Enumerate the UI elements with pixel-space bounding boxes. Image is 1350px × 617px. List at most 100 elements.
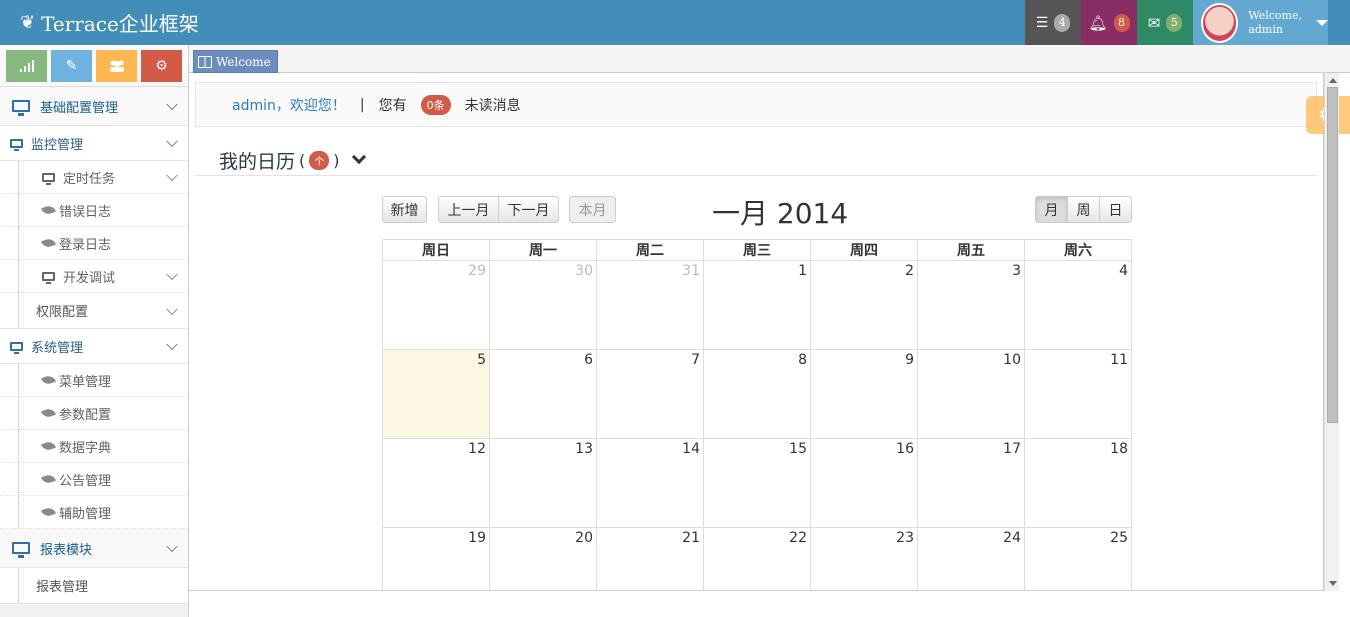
sidebar-item-login-log[interactable]: 登录日志 xyxy=(0,227,188,260)
sidebar-item-label: 报表管理 xyxy=(36,580,89,595)
tasks-button[interactable]: ☰ 4 xyxy=(1025,0,1081,45)
calendar-week-row: 29 30 31 1 2 3 4 xyxy=(382,260,1132,350)
pencil-shortcut-button[interactable]: ✎ xyxy=(51,50,92,82)
greeting-text: admin，欢迎您！ xyxy=(232,97,346,114)
calendar-day-cell[interactable]: 12 xyxy=(382,438,490,528)
calendar-week-row: 5 6 7 8 9 10 11 xyxy=(382,349,1132,439)
calendar-day-cell[interactable]: 25 xyxy=(1024,527,1132,590)
calendar-day-cell[interactable]: 22 xyxy=(703,527,811,590)
calendar-day-cell[interactable]: 8 xyxy=(703,349,811,439)
sidebar-item-notice-mgmt[interactable]: 公告管理 xyxy=(0,463,188,496)
sidebar-item-error-log[interactable]: 错误日志 xyxy=(0,194,188,227)
scroll-down-arrow-icon[interactable] xyxy=(1329,581,1337,586)
calendar-day-cell[interactable]: 2 xyxy=(810,260,918,350)
window-icon xyxy=(198,55,212,68)
chevron-down-icon[interactable] xyxy=(351,149,366,165)
weekday-header: 周三 xyxy=(703,239,811,261)
this-month-button[interactable]: 本月 xyxy=(569,196,616,223)
sidebar-item-permission-config[interactable]: 权限配置 xyxy=(0,293,188,329)
scroll-up-arrow-icon[interactable] xyxy=(1329,78,1337,83)
stats-shortcut-button[interactable] xyxy=(6,50,47,82)
sidebar-item-dev-debug[interactable]: 开发调试 xyxy=(0,260,188,293)
user-menu[interactable]: Welcome, admin xyxy=(1193,0,1328,45)
add-event-button[interactable]: 新增 xyxy=(382,196,427,223)
pencil-icon: ✎ xyxy=(65,58,78,74)
calendar-day-cell[interactable]: 29 xyxy=(382,260,490,350)
calendar-day-cell[interactable]: 19 xyxy=(382,527,490,590)
messages-button[interactable]: ✉ 5 xyxy=(1137,0,1193,45)
calendar-day-cell[interactable]: 11 xyxy=(1024,349,1132,439)
sidebar-item-aux-mgmt[interactable]: 辅助管理 xyxy=(0,496,188,529)
username: admin xyxy=(1248,22,1283,36)
sidebar-item-data-dict[interactable]: 数据字典 xyxy=(0,430,188,463)
tab-welcome[interactable]: Welcome xyxy=(193,50,278,73)
caret-down-icon xyxy=(1316,19,1328,26)
sidebar-item-label: 报表模块 xyxy=(40,542,93,558)
calendar-day-cell[interactable]: 13 xyxy=(489,438,597,528)
prev-month-button[interactable]: 上一月 xyxy=(438,196,499,223)
calendar-day-cell[interactable]: 20 xyxy=(489,527,597,590)
chevron-down-icon xyxy=(166,268,178,281)
calendar-day-cell[interactable]: 17 xyxy=(917,438,1025,528)
leaf-icon xyxy=(41,204,56,216)
calendar-day-cell[interactable]: 23 xyxy=(810,527,918,590)
calendar-day-cell-today[interactable]: 5 xyxy=(382,349,490,439)
sidebar-item-menu-mgmt[interactable]: 菜单管理 xyxy=(0,364,188,397)
calendar-day-cell[interactable]: 10 xyxy=(917,349,1025,439)
weekday-header: 周二 xyxy=(596,239,704,261)
tree-guide xyxy=(18,161,19,193)
sidebar-item-label: 权限配置 xyxy=(36,305,89,320)
leaf-icon xyxy=(41,440,56,452)
sidebar-item-label: 监控管理 xyxy=(31,137,84,153)
calendar-day-cell[interactable]: 4 xyxy=(1024,260,1132,350)
notifications-button[interactable]: 🔔︎ 8 xyxy=(1081,0,1137,45)
calendar-day-cell[interactable]: 18 xyxy=(1024,438,1132,528)
cogs-shortcut-button[interactable]: ⚙ xyxy=(141,50,182,82)
calendar-day-cell[interactable]: 21 xyxy=(596,527,704,590)
sidebar-item-param-config[interactable]: 参数配置 xyxy=(0,397,188,430)
calendar-day-cell[interactable]: 9 xyxy=(810,349,918,439)
calendar-heading: 我的日历 (个) xyxy=(195,145,1317,176)
weekday-header: 周一 xyxy=(489,239,597,261)
sidebar-item-label: 登录日志 xyxy=(59,237,112,253)
sidebar-item-report-mgmt[interactable]: 报表管理 xyxy=(0,568,188,604)
sidebar-item-system-mgmt[interactable]: 系统管理 xyxy=(0,329,188,364)
brand[interactable]: ❦ Terrace企业框架 xyxy=(20,8,199,37)
tree-guide xyxy=(18,463,19,495)
calendar-day-cell[interactable]: 7 xyxy=(596,349,704,439)
users-shortcut-button[interactable] xyxy=(96,50,137,82)
calendar-day-cell[interactable]: 6 xyxy=(489,349,597,439)
sidebar-item-report-module[interactable]: 报表模块 xyxy=(0,529,188,568)
week-view-button[interactable]: 周 xyxy=(1067,196,1100,223)
sidebar-item-monitor[interactable]: 监控管理 xyxy=(0,126,188,161)
envelope-icon: ✉ xyxy=(1147,13,1161,32)
tree-guide xyxy=(18,364,19,396)
calendar-week-row: 19 20 21 22 23 24 25 xyxy=(382,527,1132,590)
day-view-button[interactable]: 日 xyxy=(1099,196,1132,223)
chevron-down-icon xyxy=(166,98,178,111)
scrollbar-thumb[interactable] xyxy=(1327,87,1338,423)
sidebar-item-scheduled-tasks[interactable]: 定时任务 xyxy=(0,161,188,194)
desktop-icon xyxy=(42,172,55,185)
paren-close: ) xyxy=(333,150,340,170)
vertical-scrollbar[interactable] xyxy=(1324,73,1339,591)
tree-guide xyxy=(18,293,19,328)
sidebar-item-basic-config[interactable]: 基础配置管理 xyxy=(0,87,188,126)
chevron-down-icon xyxy=(166,169,178,182)
calendar-day-cell[interactable]: 3 xyxy=(917,260,1025,350)
calendar-day-cell[interactable]: 24 xyxy=(917,527,1025,590)
main-content: admin，欢迎您！ | 您有 0条 未读消息 我的日历 (个) 新增 上一月 … xyxy=(189,73,1324,591)
tab-bar: Welcome xyxy=(189,45,1350,73)
calendar-day-cell[interactable]: 31 xyxy=(596,260,704,350)
calendar-day-cell[interactable]: 14 xyxy=(596,438,704,528)
calendar-day-cell[interactable]: 15 xyxy=(703,438,811,528)
leaf-icon: ❦ xyxy=(20,12,36,33)
leaf-icon xyxy=(41,506,56,518)
calendar-day-cell[interactable]: 30 xyxy=(489,260,597,350)
month-view-button[interactable]: 月 xyxy=(1035,196,1068,223)
calendar-day-cell[interactable]: 16 xyxy=(810,438,918,528)
calendar-day-cell[interactable]: 1 xyxy=(703,260,811,350)
unread-count-badge[interactable]: 0条 xyxy=(420,94,451,115)
calendar-heading-title: 我的日历 xyxy=(219,150,296,173)
next-month-button[interactable]: 下一月 xyxy=(498,196,559,223)
